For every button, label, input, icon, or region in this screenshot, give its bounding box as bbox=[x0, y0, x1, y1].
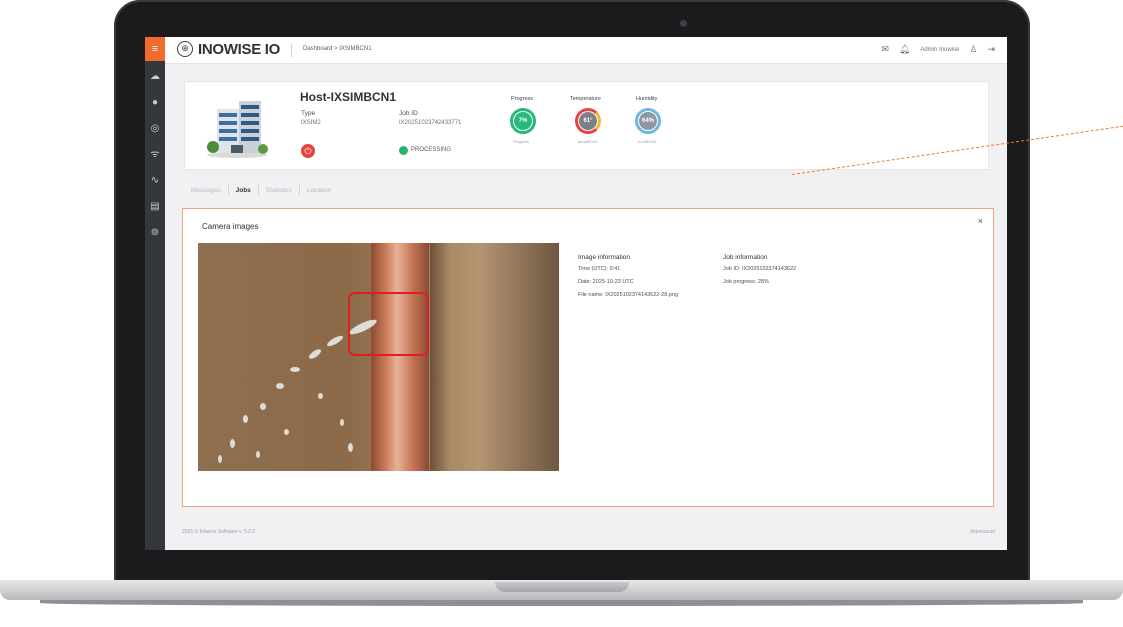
water-drop bbox=[276, 383, 284, 389]
logo-icon: ⊕ bbox=[177, 41, 193, 57]
divider bbox=[291, 44, 292, 57]
metric-sub-progress: Progress bbox=[513, 139, 530, 144]
metric-title-humidity: Humidity bbox=[636, 96, 658, 102]
footer-copyright: 2025 © Inowise Software v. 5.2.2 bbox=[182, 529, 256, 535]
tab-statistics[interactable]: Statistics bbox=[259, 187, 299, 194]
water-drop bbox=[348, 443, 353, 452]
image-date: Date: 2025-10-23 UTC bbox=[578, 279, 634, 285]
water-drop bbox=[260, 403, 266, 410]
sidebar: ≡ ☁ ● ◎ ᯤ ∿ ▤ ⊚ bbox=[145, 37, 165, 550]
water-drop bbox=[318, 393, 323, 399]
image-info-heading: Image information bbox=[578, 254, 631, 261]
humidity-value: 64% bbox=[639, 112, 657, 130]
menu-icon[interactable]: ≡ bbox=[145, 37, 165, 61]
tab-bar: Messages Jobs Statistics Location bbox=[184, 185, 338, 195]
tab-location[interactable]: Location bbox=[300, 187, 339, 194]
brand-logo[interactable]: INOWISE IO bbox=[198, 41, 280, 58]
close-icon[interactable]: × bbox=[978, 216, 983, 226]
pipe-shadow bbox=[430, 243, 450, 471]
job-id-value: IX20251023742433771 bbox=[399, 120, 462, 126]
water-drop bbox=[340, 419, 344, 426]
wifi-icon[interactable]: ᯤ bbox=[145, 145, 165, 165]
water-drop bbox=[218, 455, 222, 463]
metric-sub-temperature: tempBCN1 bbox=[578, 139, 598, 144]
pipe bbox=[371, 243, 429, 471]
humidity-gauge: 64% bbox=[635, 108, 661, 134]
target-icon[interactable]: ◎ bbox=[145, 119, 165, 139]
mail-icon[interactable]: ✉ bbox=[881, 44, 889, 55]
image-file-name: File name: IX2025102374143622-28.png bbox=[578, 292, 678, 298]
activity-icon[interactable]: ∿ bbox=[145, 171, 165, 191]
topbar-actions: ✉ 🔔︎ Admin Inowise ♙ ⇥ bbox=[881, 44, 995, 55]
water-drop bbox=[307, 347, 323, 361]
app-screen: ≡ ☁ ● ◎ ᯤ ∿ ▤ ⊚ ⊕ INOWISE IO Dashboard >… bbox=[145, 37, 1007, 550]
leak-detection-box[interactable] bbox=[348, 292, 429, 356]
laptop-foot bbox=[40, 600, 1083, 606]
type-label: Type bbox=[301, 110, 316, 117]
laptop-notch bbox=[495, 582, 629, 592]
camera-images-panel: Camera images × Image information Time (… bbox=[182, 208, 994, 507]
logout-icon[interactable]: ⇥ bbox=[987, 44, 995, 55]
power-button[interactable]: ⏻ bbox=[301, 144, 315, 158]
water-drop bbox=[325, 333, 345, 349]
dashboard-icon[interactable]: ● bbox=[145, 93, 165, 113]
bell-icon[interactable]: 🔔︎ bbox=[899, 44, 910, 55]
breadcrumb[interactable]: Dashboard > IXSIMBCN1 bbox=[303, 46, 372, 52]
progress-value: 7% bbox=[514, 112, 532, 130]
tab-messages[interactable]: Messages bbox=[184, 187, 228, 194]
metric-sub-humidity: humBCN1 bbox=[638, 139, 657, 144]
image-time: Time (UTC): 9:41 bbox=[578, 266, 621, 272]
job-info-id: Job ID: IX2025102374143622 bbox=[723, 266, 797, 272]
panel-title: Camera images bbox=[202, 222, 259, 231]
host-title: Host-IXSIMBCN1 bbox=[300, 90, 397, 104]
temperature-gauge: 61° bbox=[575, 108, 601, 134]
progress-gauge: 7% bbox=[510, 108, 536, 134]
temperature-value: 61° bbox=[579, 112, 597, 130]
status-indicator bbox=[399, 146, 408, 155]
water-drop bbox=[243, 415, 248, 423]
host-card: Host-IXSIMBCN1 Type IXSIM2 Job ID IX2025… bbox=[184, 81, 989, 170]
map-pin-icon[interactable]: ⊚ bbox=[145, 223, 165, 243]
job-info-heading: Job information bbox=[723, 254, 768, 261]
camera-image[interactable] bbox=[198, 243, 559, 471]
job-id-label: Job ID bbox=[399, 110, 418, 117]
water-drop bbox=[290, 367, 300, 372]
server-icon[interactable]: ▤ bbox=[145, 197, 165, 217]
water-drop bbox=[284, 429, 289, 435]
topbar: ⊕ INOWISE IO Dashboard > IXSIMBCN1 ✉ 🔔︎ … bbox=[165, 37, 1007, 64]
tab-jobs[interactable]: Jobs bbox=[229, 187, 258, 194]
metric-title-progress: Progress bbox=[511, 96, 534, 102]
building-image bbox=[207, 101, 268, 158]
user-icon[interactable]: ♙ bbox=[969, 44, 977, 55]
metric-title-temperature: Temperature bbox=[570, 96, 601, 102]
impressum-link[interactable]: Impressum bbox=[970, 529, 995, 535]
webcam-dot bbox=[680, 20, 687, 27]
type-value: IXSIM2 bbox=[301, 120, 321, 126]
job-info-progress: Job progress: 28% bbox=[723, 279, 769, 285]
water-drop bbox=[256, 451, 260, 458]
water-drop bbox=[230, 439, 235, 448]
cloud-icon[interactable]: ☁ bbox=[145, 67, 165, 87]
status-text: PROCESSING bbox=[411, 147, 452, 153]
user-name[interactable]: Admin Inowise bbox=[920, 47, 959, 53]
